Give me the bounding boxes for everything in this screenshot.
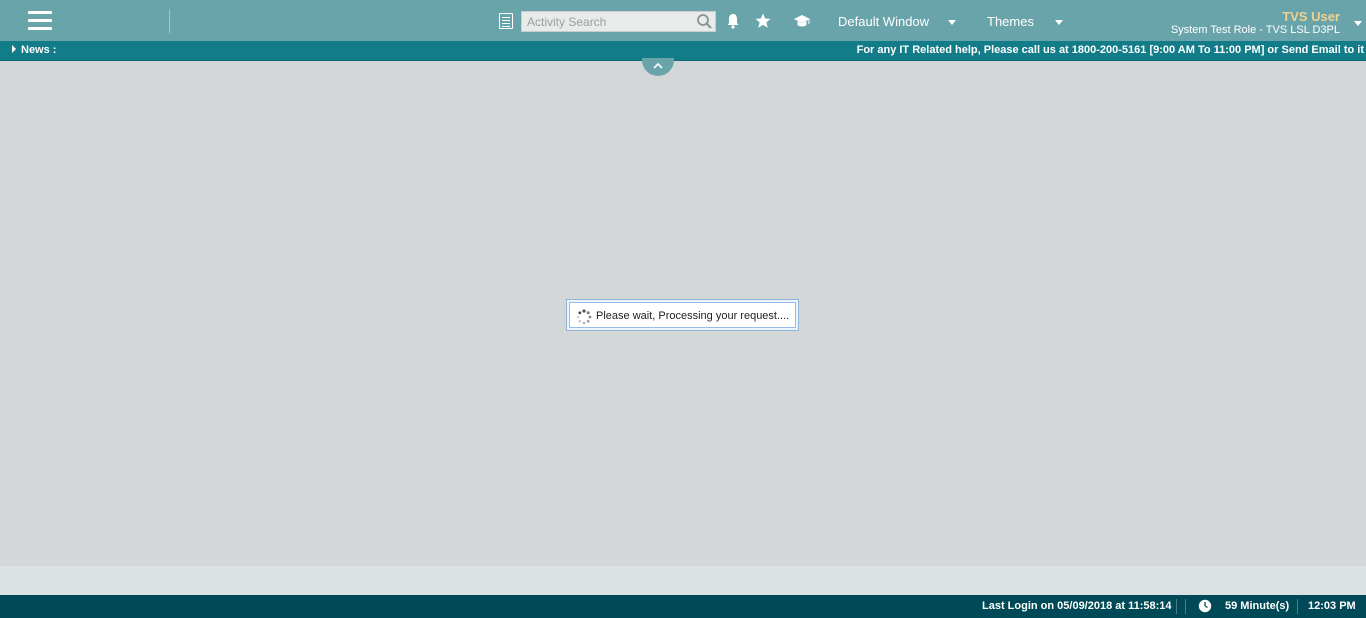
user-role: System Test Role - TVS LSL D3PL [1170, 24, 1340, 36]
user-menu-chevron-icon[interactable] [1354, 21, 1362, 26]
footer-divider [1297, 599, 1298, 614]
clock-time: 12:03 PM [1308, 600, 1356, 612]
search-icon[interactable] [696, 13, 713, 30]
header-divider [169, 9, 170, 33]
activity-search-input[interactable] [522, 12, 692, 31]
news-ticker: For any IT Related help, Please call us … [856, 44, 1364, 56]
chevron-up-icon [653, 62, 663, 69]
status-bar: Last Login on 05/09/2018 at 11:58:14 59 … [0, 595, 1366, 618]
collapse-header-button[interactable] [642, 58, 674, 76]
loading-message: Please wait, Processing your request.... [596, 310, 790, 322]
last-login: Last Login on 05/09/2018 at 11:58:14 [982, 600, 1172, 612]
session-timer: 59 Minute(s) [1225, 600, 1290, 612]
activity-list-icon[interactable] [499, 13, 513, 29]
chevron-down-icon [1054, 20, 1063, 26]
themes-dropdown[interactable]: Themes [987, 14, 1063, 29]
news-toggle[interactable]: News : [12, 44, 56, 56]
menu-icon[interactable] [28, 11, 52, 31]
activity-search [521, 11, 716, 32]
news-label: News : [21, 44, 57, 56]
clock-icon [1198, 599, 1212, 613]
bottom-panel [0, 566, 1366, 595]
chevron-down-icon [947, 20, 956, 26]
news-bar: News : For any IT Related help, Please c… [0, 41, 1366, 61]
default-window-dropdown[interactable]: Default Window [838, 14, 956, 29]
caret-right-icon [12, 45, 16, 53]
default-window-label: Default Window [838, 14, 930, 29]
star-icon[interactable] [754, 12, 772, 30]
user-name[interactable]: TVS User [1282, 9, 1340, 24]
footer-divider [1176, 599, 1177, 614]
top-header: Default Window Themes TVS User System Te… [0, 0, 1366, 42]
graduation-cap-icon[interactable] [793, 12, 811, 30]
bell-icon[interactable] [724, 12, 742, 30]
footer-divider [1185, 599, 1186, 614]
spinner-icon [576, 309, 592, 325]
themes-label: Themes [987, 14, 1034, 29]
loading-dialog: Please wait, Processing your request.... [566, 299, 799, 331]
